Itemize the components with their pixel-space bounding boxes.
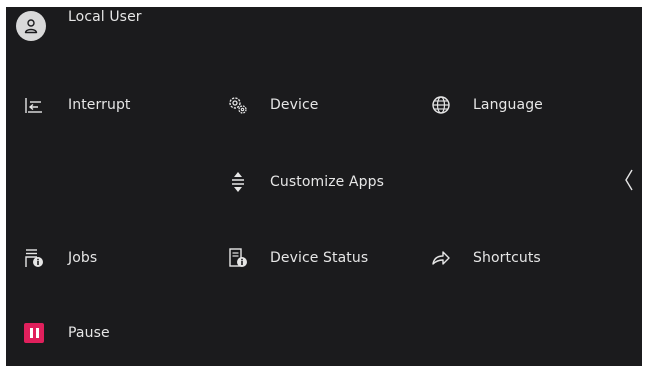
language-label: Language	[473, 97, 543, 113]
interrupt-icon	[20, 91, 48, 119]
jobs-icon	[20, 244, 48, 272]
globe-icon	[427, 91, 455, 119]
interrupt-label: Interrupt	[68, 97, 131, 113]
local-user-label: Local User	[68, 9, 142, 25]
share-arrow-icon	[427, 244, 455, 272]
chevron-left-icon[interactable]	[622, 167, 636, 193]
home-screen: Local User Interrupt Device Language Cus…	[6, 7, 642, 366]
jobs-button[interactable]: Jobs	[20, 238, 97, 278]
local-user-button[interactable]: Local User	[16, 7, 142, 43]
interrupt-button[interactable]: Interrupt	[20, 85, 131, 125]
device-status-icon	[224, 244, 252, 272]
pause-icon	[20, 319, 48, 347]
shortcuts-button[interactable]: Shortcuts	[427, 238, 541, 278]
device-status-label: Device Status	[270, 250, 369, 266]
device-button[interactable]: Device	[224, 85, 318, 125]
shortcuts-label: Shortcuts	[473, 250, 541, 266]
jobs-label: Jobs	[68, 250, 98, 266]
customize-apps-button[interactable]: Customize Apps	[224, 162, 384, 202]
language-button[interactable]: Language	[427, 85, 543, 125]
device-label: Device	[270, 97, 319, 113]
pause-label: Pause	[68, 325, 110, 341]
customize-apps-label: Customize Apps	[270, 174, 384, 190]
gears-icon	[224, 91, 252, 119]
pause-button[interactable]: Pause	[20, 313, 110, 353]
sort-arrows-icon	[224, 168, 252, 196]
person-icon	[16, 11, 46, 41]
device-status-button[interactable]: Device Status	[224, 238, 368, 278]
